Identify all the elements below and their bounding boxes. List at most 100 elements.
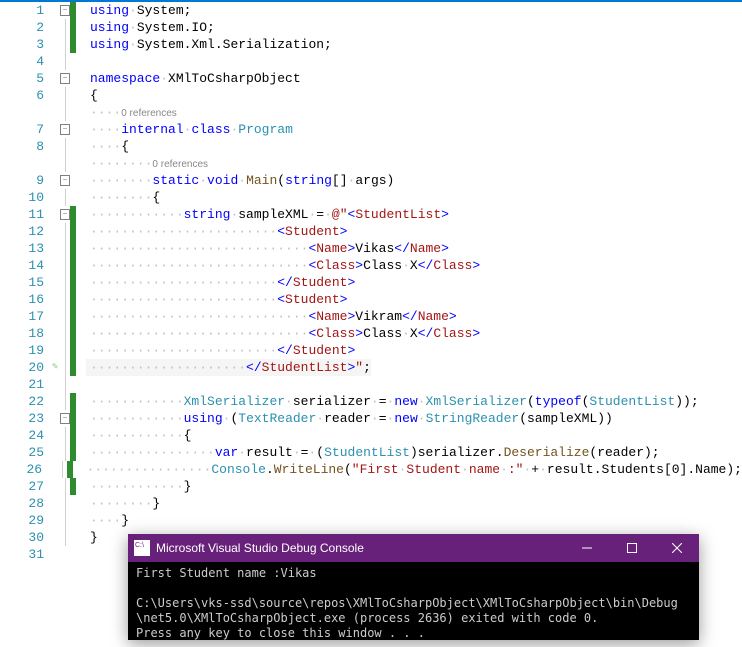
code-line[interactable]: 13····························<Name>Vika… <box>0 240 742 257</box>
code-line[interactable]: ····0 references <box>0 104 742 121</box>
code-line[interactable]: 12························<Student> <box>0 223 742 240</box>
outline-margin[interactable]: − <box>60 73 70 84</box>
outline-margin[interactable] <box>60 223 70 240</box>
code-content[interactable]: ········{ <box>86 189 160 206</box>
code-line[interactable]: 7−····internal·class·Program <box>0 121 742 138</box>
outline-margin[interactable] <box>60 444 70 461</box>
console-titlebar[interactable]: Microsoft Visual Studio Debug Console <box>128 534 699 562</box>
code-line[interactable]: 22············XmlSerializer·serializer·=… <box>0 393 742 410</box>
outline-margin[interactable] <box>60 342 70 359</box>
outline-margin[interactable] <box>60 155 70 172</box>
outline-margin[interactable]: − <box>60 124 70 135</box>
outline-margin[interactable] <box>60 529 70 546</box>
code-content[interactable]: ············XmlSerializer·serializer·=·n… <box>86 393 699 410</box>
outline-margin[interactable] <box>60 240 70 257</box>
code-content[interactable]: ····························<Class>Class… <box>86 257 480 274</box>
fold-toggle-icon[interactable]: − <box>60 209 70 220</box>
outline-margin[interactable] <box>60 138 70 155</box>
code-content[interactable]: ····················</StudentList>"; <box>86 359 371 376</box>
code-content[interactable]: ····························<Name>Vikram… <box>86 308 457 325</box>
outline-margin[interactable]: − <box>60 413 70 424</box>
code-content[interactable]: using·System.Xml.Serialization; <box>86 36 332 53</box>
code-content[interactable]: ········0 references <box>86 155 208 173</box>
code-line[interactable]: 16························<Student> <box>0 291 742 308</box>
code-line[interactable]: 26················Console.WriteLine("Fir… <box>0 461 742 478</box>
code-line[interactable]: 24············{ <box>0 427 742 444</box>
code-line[interactable]: 2using·System.IO; <box>0 19 742 36</box>
outline-margin[interactable] <box>60 478 70 495</box>
code-line[interactable]: 19························</Student> <box>0 342 742 359</box>
outline-margin[interactable] <box>60 393 70 410</box>
code-content[interactable]: namespace·XMlToCsharpObject <box>86 70 301 87</box>
outline-margin[interactable]: − <box>60 5 70 16</box>
fold-toggle-icon[interactable]: − <box>60 175 70 186</box>
code-content[interactable]: ························<Student> <box>86 223 347 240</box>
code-content[interactable]: ········} <box>86 495 160 512</box>
fold-toggle-icon[interactable]: − <box>60 124 70 135</box>
code-content[interactable]: } <box>86 529 98 546</box>
close-button[interactable] <box>654 534 699 562</box>
outline-margin[interactable] <box>60 53 70 70</box>
code-content[interactable]: ············using·(TextReader·reader·=·n… <box>86 410 613 427</box>
code-line[interactable]: 10········{ <box>0 189 742 206</box>
code-line[interactable]: 15························</Student> <box>0 274 742 291</box>
code-content[interactable]: ····internal·class·Program <box>86 121 293 138</box>
code-line[interactable]: 25················var·result·=·(StudentL… <box>0 444 742 461</box>
code-line[interactable]: 17····························<Name>Vikr… <box>0 308 742 325</box>
code-content[interactable]: ························</Student> <box>86 342 355 359</box>
code-line[interactable]: 6{ <box>0 87 742 104</box>
code-content[interactable]: ············} <box>86 478 191 495</box>
outline-margin[interactable] <box>60 36 70 53</box>
outline-margin[interactable] <box>60 427 70 444</box>
maximize-button[interactable] <box>609 534 654 562</box>
outline-margin[interactable] <box>60 376 70 393</box>
outline-margin[interactable] <box>60 274 70 291</box>
fold-toggle-icon[interactable]: − <box>60 5 70 16</box>
code-line[interactable]: 29····} <box>0 512 742 529</box>
code-line[interactable]: 21 <box>0 376 742 393</box>
code-line[interactable]: 28········} <box>0 495 742 512</box>
outline-margin[interactable] <box>60 308 70 325</box>
outline-margin[interactable]: − <box>60 175 70 186</box>
code-content[interactable]: ············string·sampleXML·=·@"<Studen… <box>86 206 449 223</box>
code-content[interactable]: ················var·result·=·(StudentLis… <box>86 444 660 461</box>
code-content[interactable]: ························</Student> <box>86 274 355 291</box>
code-line[interactable]: 27············} <box>0 478 742 495</box>
outline-margin[interactable] <box>60 291 70 308</box>
code-line[interactable]: 14····························<Class>Cla… <box>0 257 742 274</box>
code-line[interactable]: 23−············using·(TextReader·reader·… <box>0 410 742 427</box>
code-content[interactable]: ········static·void·Main(string[]·args) <box>86 172 394 189</box>
code-content[interactable]: ····························<Class>Class… <box>86 325 480 342</box>
code-line[interactable]: 3using·System.Xml.Serialization; <box>0 36 742 53</box>
fold-toggle-icon[interactable]: − <box>60 413 70 424</box>
code-content[interactable]: ····} <box>86 512 129 529</box>
outline-margin[interactable] <box>60 325 70 342</box>
code-content[interactable]: using·System; <box>86 2 191 19</box>
code-content[interactable]: ············{ <box>86 427 191 444</box>
outline-margin[interactable] <box>60 495 70 512</box>
code-content[interactable]: ····0 references <box>86 104 177 122</box>
outline-margin[interactable]: − <box>60 209 70 220</box>
code-line[interactable]: 8····{ <box>0 138 742 155</box>
outline-margin[interactable] <box>60 189 70 206</box>
fold-toggle-icon[interactable]: − <box>60 73 70 84</box>
outline-margin[interactable] <box>60 104 70 121</box>
code-content[interactable]: ····························<Name>Vikas<… <box>86 240 449 257</box>
outline-margin[interactable] <box>60 19 70 36</box>
code-line[interactable]: 1−using·System; <box>0 2 742 19</box>
code-line[interactable]: 11−············string·sampleXML·=·@"<Stu… <box>0 206 742 223</box>
outline-margin[interactable] <box>60 359 70 376</box>
code-line[interactable]: 4 <box>0 53 742 70</box>
code-content[interactable]: using·System.IO; <box>86 19 215 36</box>
outline-margin[interactable] <box>60 257 70 274</box>
code-content[interactable]: ····{ <box>86 138 129 155</box>
outline-margin[interactable] <box>60 512 70 529</box>
code-line[interactable]: 20✎····················</StudentList>"; <box>0 359 742 376</box>
code-line[interactable]: ········0 references <box>0 155 742 172</box>
code-line[interactable]: 9−········static·void·Main(string[]·args… <box>0 172 742 189</box>
outline-margin[interactable] <box>58 461 68 478</box>
code-content[interactable]: ························<Student> <box>86 291 347 308</box>
code-content[interactable]: { <box>86 87 98 104</box>
code-content[interactable]: ················Console.WriteLine("First… <box>83 461 742 478</box>
code-line[interactable]: 18····························<Class>Cla… <box>0 325 742 342</box>
